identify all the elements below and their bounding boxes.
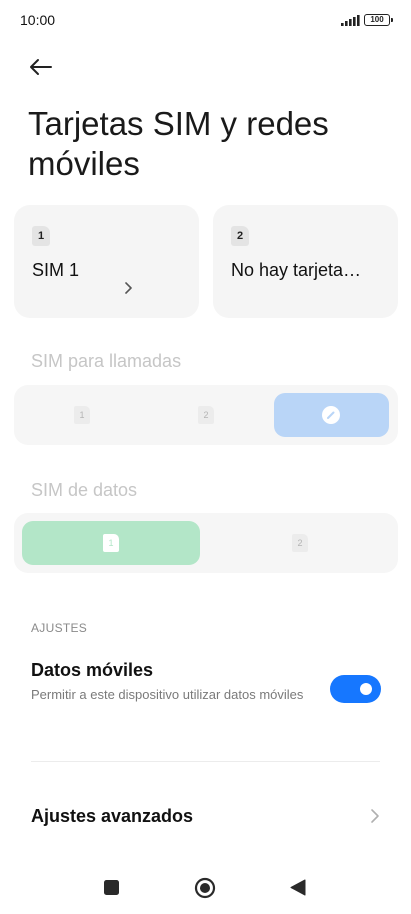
arrow-left-icon — [30, 59, 52, 75]
calls-sim-label: SIM para llamadas — [31, 351, 182, 371]
navigation-bar — [0, 860, 411, 914]
chevron-down-icon — [125, 282, 132, 294]
advanced-settings-row[interactable]: Ajustes avanzados — [0, 790, 411, 842]
signal-icon — [341, 15, 360, 26]
page-title: Tarjetas SIM y redes móviles — [28, 105, 329, 182]
sim-card-2[interactable]: 2 No hay tarjeta… — [213, 205, 398, 318]
status-bar: 10:00 100 — [0, 0, 411, 40]
sim-card-name: No hay tarjeta… — [231, 260, 362, 280]
sim-slot-badge: 2 — [231, 226, 249, 246]
data-sim-option-1[interactable]: 1 — [22, 521, 200, 565]
sim-mini-icon: 1 — [103, 534, 119, 552]
advanced-settings-label: Ajustes avanzados — [31, 806, 194, 826]
battery-level: 100 — [370, 15, 384, 24]
sim-mini-icon: 2 — [292, 534, 308, 552]
pencil-icon — [322, 406, 340, 424]
mobile-data-title: Datos móviles — [31, 660, 154, 680]
mobile-data-toggle[interactable] — [330, 675, 381, 703]
status-time: 10:00 — [20, 12, 56, 28]
settings-section-header: AJUSTES — [31, 621, 88, 635]
sim-mini-icon: 1 — [74, 406, 90, 424]
data-sim-option-2[interactable]: 2 — [210, 521, 390, 565]
recents-square-icon[interactable] — [104, 880, 119, 895]
chevron-right-icon — [371, 809, 379, 823]
calls-sim-option-ask[interactable] — [274, 393, 389, 437]
sim-card-1[interactable]: 1 SIM 1 — [14, 205, 199, 318]
calls-sim-selector: 1 2 — [14, 385, 398, 445]
mobile-data-description: Permitir a este dispositivo utilizar dat… — [31, 687, 304, 702]
toggle-knob — [360, 683, 372, 695]
calls-sim-option-2[interactable]: 2 — [146, 393, 266, 437]
data-sim-label: SIM de datos — [31, 480, 138, 500]
sim-mini-icon: 2 — [198, 406, 214, 424]
sim-slot-badge: 1 — [32, 226, 50, 246]
divider — [31, 761, 380, 762]
calls-sim-option-1[interactable]: 1 — [22, 393, 142, 437]
back-button[interactable] — [26, 52, 56, 82]
home-circle-icon[interactable] — [194, 877, 216, 899]
sim-card-name: SIM 1 — [32, 260, 80, 280]
data-sim-selector: 1 2 — [14, 513, 398, 573]
back-triangle-icon[interactable] — [290, 879, 306, 896]
battery-icon: 100 — [364, 14, 393, 26]
